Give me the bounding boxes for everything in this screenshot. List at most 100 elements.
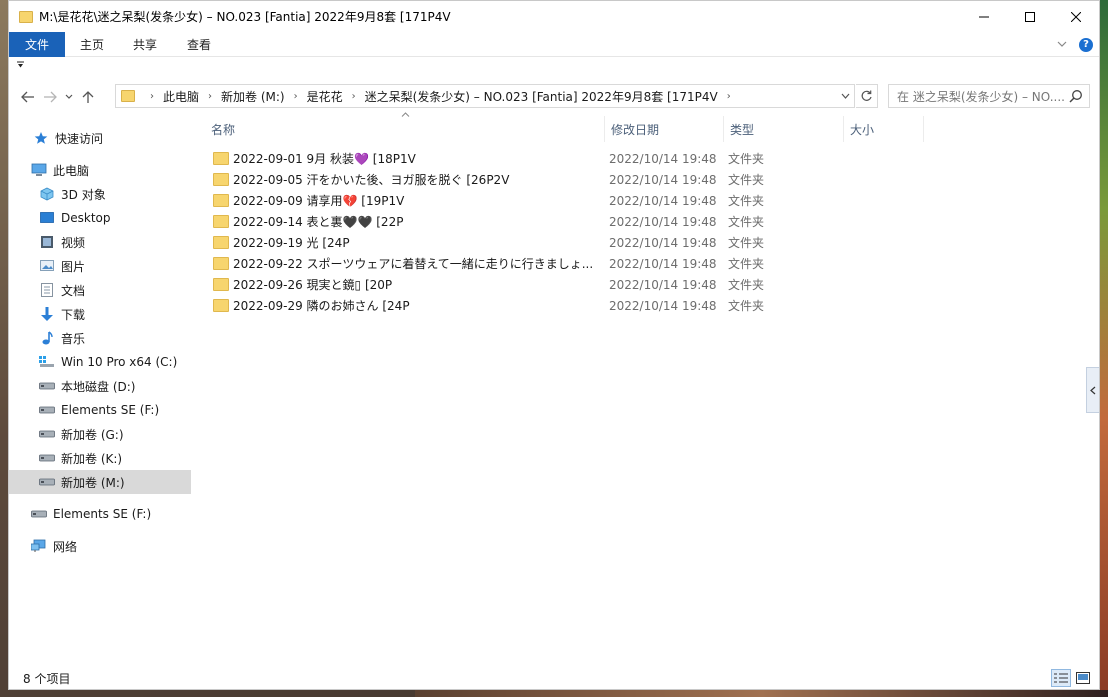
sidebar-item-music[interactable]: 音乐 — [9, 326, 191, 350]
sidebar-item-quick-access[interactable]: 快速访问 — [9, 126, 191, 150]
chevron-right-icon[interactable]: › — [199, 91, 221, 102]
sidebar-item-pictures[interactable]: 图片 — [9, 254, 191, 278]
breadcrumb-current-folder[interactable]: 迷之呆梨(发条少女) – NO.023 [Fantia] 2022年9月8套 [… — [365, 88, 718, 105]
tab-view[interactable]: 查看 — [171, 32, 227, 57]
details-view-icon — [1054, 673, 1068, 683]
file-date: 2022/10/14 19:48 — [609, 214, 717, 229]
table-row[interactable]: 2022-09-09 请享用💔 [19P1V 2022/10/14 19:48 … — [205, 190, 925, 211]
refresh-button[interactable] — [856, 84, 878, 108]
chevron-right-icon[interactable]: › — [285, 91, 307, 102]
sidebar-item-drive-k[interactable]: 新加卷 (K:) — [9, 446, 191, 470]
item-count: 8 个项目 — [23, 671, 71, 686]
sidebar-item-drive-m[interactable]: 新加卷 (M:) — [9, 470, 191, 494]
address-bar[interactable]: › 此电脑 › 新加卷 (M:) › 是花花 › 迷之呆梨(发条少女) – NO… — [115, 84, 855, 108]
column-header-date[interactable]: 修改日期 — [605, 116, 724, 142]
forward-button[interactable] — [39, 85, 61, 109]
desktop-icon — [39, 210, 55, 226]
preview-pane-toggle[interactable] — [1086, 367, 1099, 413]
computer-icon — [31, 162, 47, 178]
table-row[interactable]: 2022-09-14 表と裏🖤🖤 [22P 2022/10/14 19:48 文… — [205, 211, 925, 232]
file-name: 2022-09-01 9月 秋装💜 [18P1V — [233, 152, 416, 166]
file-date: 2022/10/14 19:48 — [609, 298, 717, 313]
sidebar-item-this-pc[interactable]: 此电脑 — [9, 158, 191, 182]
expand-ribbon-chevron-icon[interactable] — [1057, 38, 1067, 51]
table-row[interactable]: 2022-09-22 スポーツウェアに着替えて一緒に走りに行きましょ... 20… — [205, 253, 925, 274]
details-view-button[interactable] — [1051, 669, 1071, 687]
chevron-right-icon[interactable]: › — [141, 91, 163, 102]
folder-icon — [213, 152, 229, 165]
sidebar-item-label: 文档 — [61, 283, 86, 298]
star-icon — [33, 130, 49, 146]
table-row[interactable]: 2022-09-01 9月 秋装💜 [18P1V 2022/10/14 19:4… — [205, 148, 925, 169]
chevron-left-icon — [1090, 386, 1096, 394]
sidebar-item-documents[interactable]: 文档 — [9, 278, 191, 302]
tab-file[interactable]: 文件 — [9, 31, 65, 57]
maximize-button[interactable] — [1007, 1, 1053, 32]
search-icon — [1069, 90, 1082, 103]
column-header-name[interactable]: 名称 — [205, 116, 605, 142]
file-name: 2022-09-14 表と裏🖤🖤 [22P — [233, 215, 404, 229]
folder-icon — [213, 173, 229, 186]
sidebar-item-label: 音乐 — [61, 331, 86, 346]
file-date: 2022/10/14 19:48 — [609, 193, 717, 208]
picture-icon — [39, 258, 55, 274]
column-header-size[interactable]: 大小 — [844, 116, 924, 142]
table-row[interactable]: 2022-09-26 現実と鏡▯ [20P 2022/10/14 19:48 文… — [205, 274, 925, 295]
navigation-bar: › 此电脑 › 新加卷 (M:) › 是花花 › 迷之呆梨(发条少女) – NO… — [9, 84, 1099, 110]
chevron-right-icon[interactable]: › — [718, 91, 740, 102]
breadcrumb-folder-1[interactable]: 是花花 — [307, 88, 343, 105]
sidebar-item-label: Elements SE (F:) — [53, 507, 152, 521]
file-name: 2022-09-29 隣のお姉さん [24P — [233, 299, 410, 313]
quick-access-toolbar-toggle[interactable] — [17, 61, 25, 77]
sidebar-item-drive-d[interactable]: 本地磁盘 (D:) — [9, 374, 191, 398]
sidebar-item-desktop[interactable]: Desktop — [9, 206, 191, 230]
sidebar-item-label: 网络 — [53, 539, 78, 554]
back-button[interactable] — [17, 85, 39, 109]
file-type: 文件夹 — [728, 173, 765, 187]
sidebar-item-label: 3D 对象 — [61, 187, 106, 202]
tab-share[interactable]: 共享 — [119, 32, 171, 57]
chevron-right-icon[interactable]: › — [343, 91, 365, 102]
forward-arrow-icon — [44, 91, 57, 103]
table-row[interactable]: 2022-09-05 汗をかいた後、ヨガ服を脱ぐ [26P2V 2022/10/… — [205, 169, 925, 190]
file-name: 2022-09-19 光 [24P — [233, 236, 350, 250]
drive-icon — [31, 506, 47, 522]
ribbon-tabs: 文件 主页 共享 查看 ? — [9, 31, 1099, 57]
sidebar-item-label: Elements SE (F:) — [61, 403, 160, 417]
file-name: 2022-09-26 現実と鏡▯ [20P — [233, 278, 393, 292]
download-icon — [39, 306, 55, 322]
recent-locations-button[interactable] — [61, 85, 77, 109]
folder-icon — [213, 194, 229, 207]
sidebar-item-label: 新加卷 (K:) — [61, 451, 123, 466]
sidebar-item-drive-f[interactable]: Elements SE (F:) — [9, 398, 191, 422]
sidebar-item-drive-g[interactable]: 新加卷 (G:) — [9, 422, 191, 446]
drive-icon — [39, 450, 55, 466]
large-icons-view-button[interactable] — [1073, 669, 1093, 687]
breadcrumb-volume-m[interactable]: 新加卷 (M:) — [221, 88, 285, 105]
sidebar-item-3d-objects[interactable]: 3D 对象 — [9, 182, 191, 206]
close-button[interactable] — [1053, 1, 1099, 32]
sidebar-item-label: Desktop — [61, 211, 111, 225]
maximize-icon — [1025, 11, 1035, 22]
column-header-type[interactable]: 类型 — [724, 116, 844, 142]
sidebar-item-videos[interactable]: 视频 — [9, 230, 191, 254]
tab-home[interactable]: 主页 — [65, 32, 119, 57]
table-row[interactable]: 2022-09-19 光 [24P 2022/10/14 19:48 文件夹 — [205, 232, 925, 253]
file-date: 2022/10/14 19:48 — [609, 235, 717, 250]
address-history-dropdown[interactable] — [836, 85, 854, 107]
file-type: 文件夹 — [728, 152, 765, 166]
help-icon[interactable]: ? — [1079, 37, 1093, 52]
sidebar-item-downloads[interactable]: 下载 — [9, 302, 191, 326]
minimize-button[interactable] — [961, 1, 1007, 32]
file-name: 2022-09-05 汗をかいた後、ヨガ服を脱ぐ [26P2V — [233, 173, 510, 187]
column-label: 修改日期 — [611, 122, 660, 137]
breadcrumb-this-pc[interactable]: 此电脑 — [163, 88, 199, 105]
up-button[interactable] — [77, 85, 99, 109]
folder-icon — [213, 257, 229, 270]
search-box[interactable]: 在 迷之呆梨(发条少女) – NO.... — [888, 84, 1090, 108]
sidebar-item-elements-se[interactable]: Elements SE (F:) — [9, 502, 191, 526]
sidebar-item-label: 下载 — [61, 307, 86, 322]
sidebar-item-drive-c[interactable]: Win 10 Pro x64 (C:) — [9, 350, 191, 374]
table-row[interactable]: 2022-09-29 隣のお姉さん [24P 2022/10/14 19:48 … — [205, 295, 925, 316]
sidebar-item-network[interactable]: 网络 — [9, 534, 191, 558]
